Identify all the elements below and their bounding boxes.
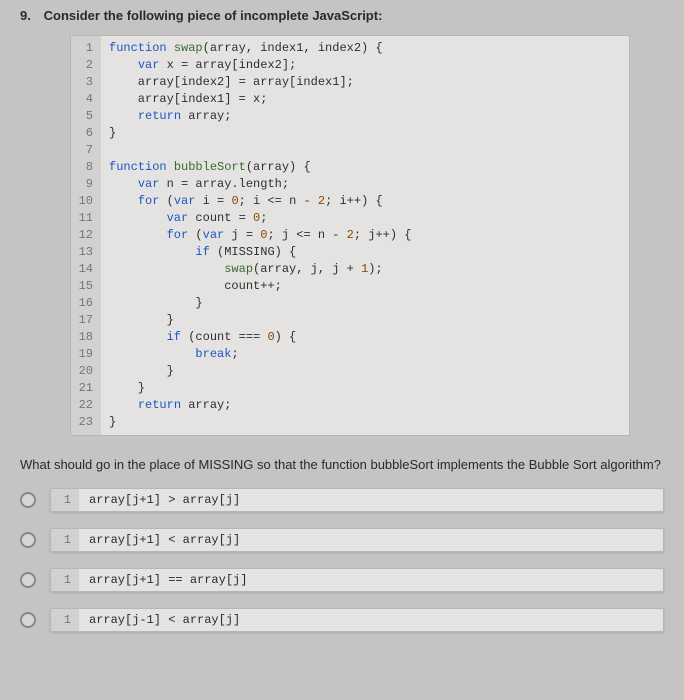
radio-button[interactable]: [20, 492, 36, 508]
option-code-text: array[j-1] < array[j]: [79, 609, 250, 631]
line-number: 2: [75, 57, 93, 74]
line-number: 7: [75, 142, 93, 159]
line-number: 4: [75, 91, 93, 108]
line-number: 23: [75, 414, 93, 431]
code-block: 1234567891011121314151617181920212223 fu…: [70, 35, 630, 436]
line-number: 20: [75, 363, 93, 380]
radio-button[interactable]: [20, 532, 36, 548]
option-code-block: 1array[j+1] > array[j]: [50, 488, 664, 512]
option-code-text: array[j+1] > array[j]: [79, 489, 250, 511]
option-row[interactable]: 1array[j+1] < array[j]: [20, 528, 664, 552]
line-number: 1: [51, 489, 79, 511]
line-number: 17: [75, 312, 93, 329]
line-number: 1: [51, 609, 79, 631]
option-code-block: 1array[j-1] < array[j]: [50, 608, 664, 632]
option-code-block: 1array[j+1] == array[j]: [50, 568, 664, 592]
line-number: 9: [75, 176, 93, 193]
line-number: 13: [75, 244, 93, 261]
line-number: 14: [75, 261, 93, 278]
line-number: 22: [75, 397, 93, 414]
line-number: 5: [75, 108, 93, 125]
question-text: Consider the following piece of incomple…: [44, 8, 383, 23]
line-number: 6: [75, 125, 93, 142]
line-number: 15: [75, 278, 93, 295]
line-number: 19: [75, 346, 93, 363]
code-content: function swap(array, index1, index2) { v…: [101, 36, 419, 435]
option-row[interactable]: 1array[j-1] < array[j]: [20, 608, 664, 632]
question-header: 9. Consider the following piece of incom…: [20, 8, 664, 23]
radio-button[interactable]: [20, 612, 36, 628]
line-number: 16: [75, 295, 93, 312]
line-number-gutter: 1234567891011121314151617181920212223: [71, 36, 101, 435]
option-row[interactable]: 1array[j+1] == array[j]: [20, 568, 664, 592]
option-row[interactable]: 1array[j+1] > array[j]: [20, 488, 664, 512]
line-number: 21: [75, 380, 93, 397]
line-number: 10: [75, 193, 93, 210]
line-number: 11: [75, 210, 93, 227]
option-code-text: array[j+1] == array[j]: [79, 569, 257, 591]
line-number: 1: [75, 40, 93, 57]
line-number: 3: [75, 74, 93, 91]
line-number: 1: [51, 529, 79, 551]
prompt-text: What should go in the place of MISSING s…: [20, 456, 664, 474]
option-code-block: 1array[j+1] < array[j]: [50, 528, 664, 552]
line-number: 8: [75, 159, 93, 176]
line-number: 1: [51, 569, 79, 591]
line-number: 12: [75, 227, 93, 244]
option-code-text: array[j+1] < array[j]: [79, 529, 250, 551]
question-number: 9.: [20, 8, 40, 23]
line-number: 18: [75, 329, 93, 346]
radio-button[interactable]: [20, 572, 36, 588]
